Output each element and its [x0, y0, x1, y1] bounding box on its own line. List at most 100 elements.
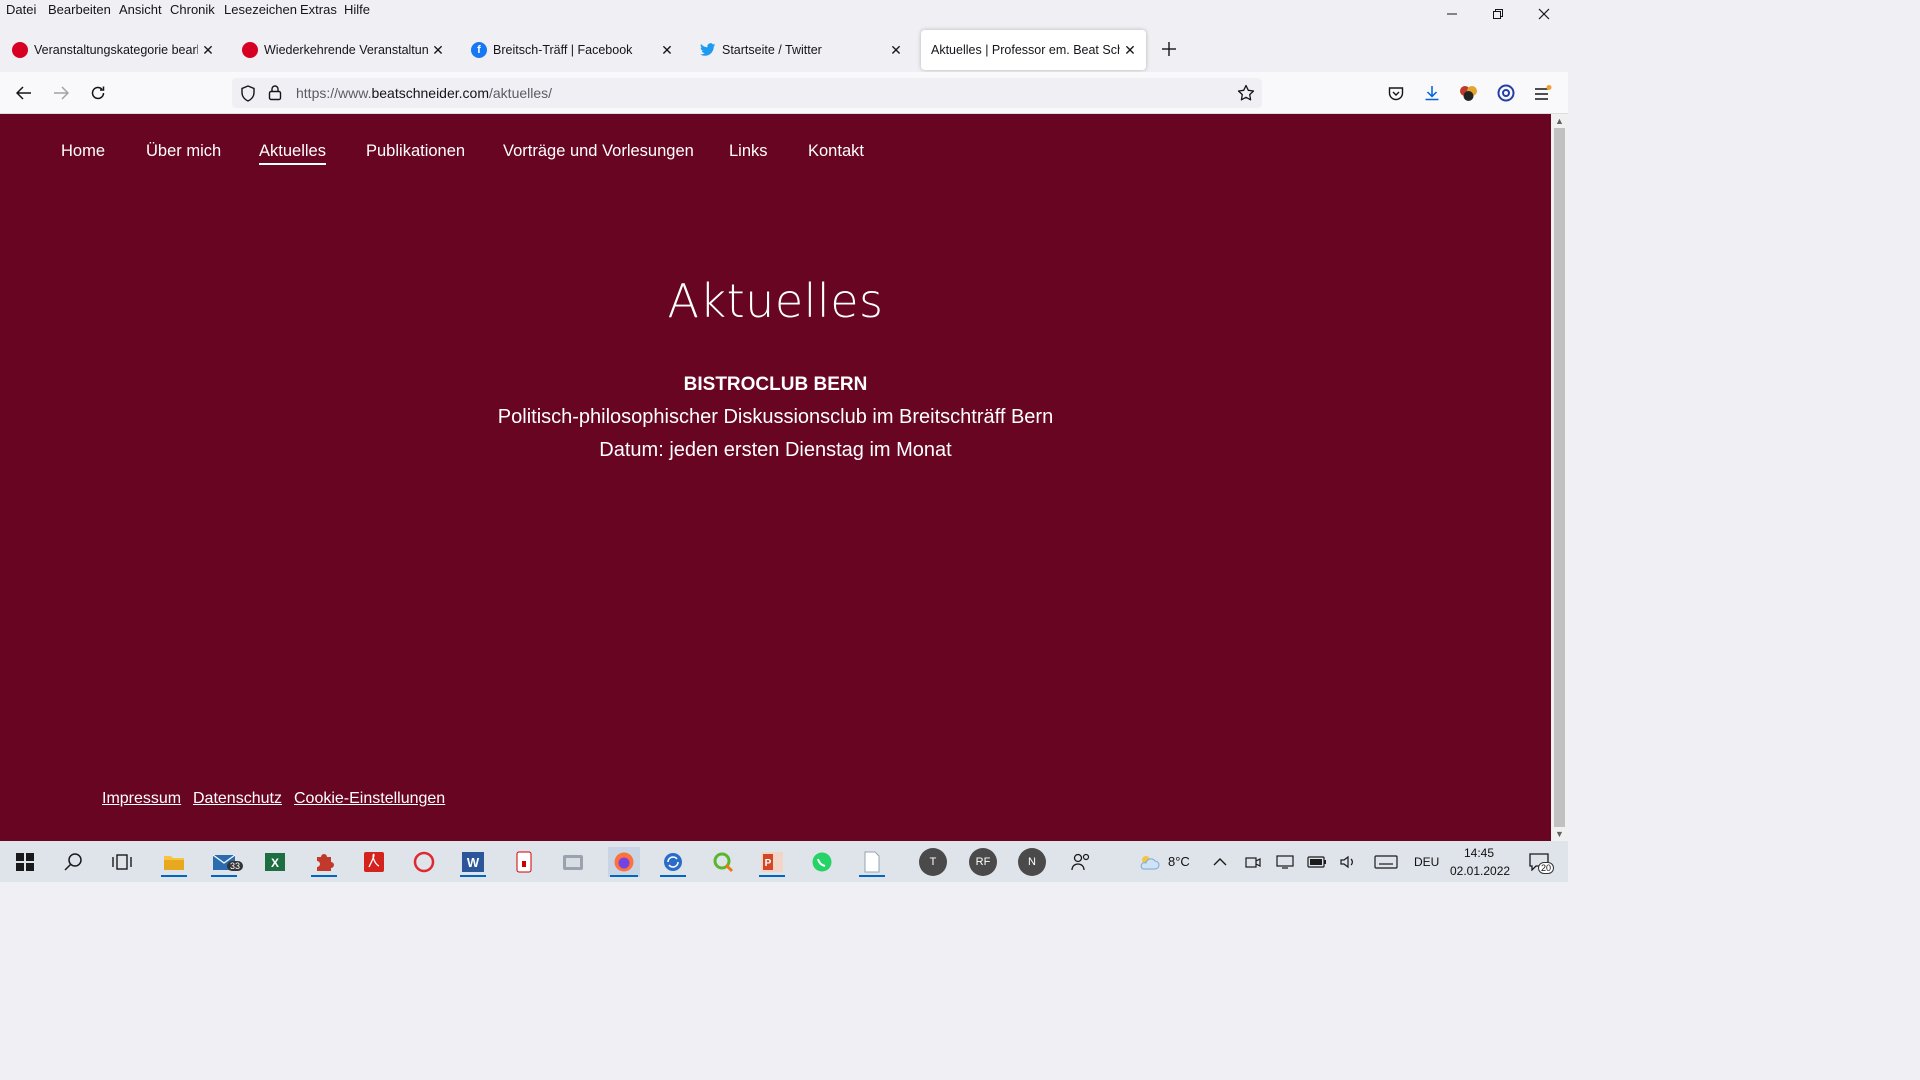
sync-app-icon[interactable]	[658, 847, 688, 877]
tab-wiederkehrende[interactable]: Wiederkehrende Veranstaltung ✕	[232, 30, 454, 70]
restore-button[interactable]	[1475, 0, 1521, 28]
weather-icon[interactable]	[1134, 847, 1164, 877]
tab-twitter[interactable]: Startseite / Twitter ✕	[690, 30, 912, 70]
word-icon[interactable]: W	[458, 847, 488, 877]
chevron-up-icon[interactable]	[1205, 847, 1235, 877]
forward-button[interactable]	[47, 80, 75, 106]
tab-strip: Veranstaltungskategorie bearbe ✕ Wiederk…	[0, 30, 1568, 72]
pocket-icon[interactable]	[1385, 82, 1407, 104]
mail-badge: 33	[227, 861, 244, 871]
qgis-icon[interactable]	[708, 847, 738, 877]
tab-facebook[interactable]: f Breitsch-Träff | Facebook ✕	[461, 30, 683, 70]
menu-bearbeiten[interactable]: Bearbeiten	[48, 2, 111, 17]
nav-kontakt[interactable]: Kontakt	[808, 142, 864, 161]
scroll-down-icon[interactable]: ▼	[1551, 827, 1568, 841]
nav-publikationen[interactable]: Publikationen	[366, 142, 465, 161]
excel-icon[interactable]: X	[260, 847, 290, 877]
red-circle-icon	[242, 42, 258, 58]
tab-close-icon[interactable]: ✕	[659, 42, 675, 58]
app-window-icon[interactable]	[558, 847, 588, 877]
task-view-icon[interactable]	[107, 847, 137, 877]
tab-close-icon[interactable]: ✕	[888, 42, 904, 58]
notification-badge: 20	[1538, 862, 1555, 874]
tab-aktuelles[interactable]: Aktuelles | Professor em. Beat Schne ✕	[921, 30, 1146, 70]
nav-ueber-mich[interactable]: Über mich	[146, 142, 221, 161]
avatar[interactable]: RF	[969, 848, 997, 876]
menu-datei[interactable]: Datei	[6, 2, 36, 17]
notepad-icon[interactable]	[857, 847, 887, 877]
taskbar: 33 X W P T RF N 8°C DEU 14:45 02.01.2022…	[0, 841, 1568, 882]
nav-aktuelles[interactable]: Aktuelles	[259, 142, 326, 165]
svg-text:W: W	[467, 855, 480, 870]
battery-icon[interactable]	[1302, 847, 1332, 877]
mail-icon[interactable]: 33	[209, 847, 244, 877]
close-window-button[interactable]	[1521, 0, 1567, 28]
menu-ansicht[interactable]: Ansicht	[119, 2, 162, 17]
reload-button[interactable]	[84, 80, 112, 106]
acrobat-icon[interactable]	[359, 847, 389, 877]
download-icon[interactable]	[1421, 82, 1443, 104]
footer-impressum[interactable]: Impressum	[102, 790, 181, 808]
reload-icon	[91, 86, 105, 100]
url-bar[interactable]: https://www.beatschneider.com/aktuelles/	[232, 78, 1262, 108]
shield-icon[interactable]	[240, 85, 256, 107]
windows-start-icon[interactable]	[10, 847, 40, 877]
display-icon[interactable]	[1270, 847, 1300, 877]
twitter-icon	[700, 42, 716, 58]
avatar[interactable]: N	[1018, 848, 1046, 876]
search-icon[interactable]	[58, 847, 88, 877]
scroll-thumb[interactable]	[1554, 128, 1565, 827]
opera-icon[interactable]	[409, 847, 439, 877]
tab-veranstaltungskategorie[interactable]: Veranstaltungskategorie bearbe ✕	[2, 30, 224, 70]
minimize-icon	[1447, 13, 1457, 15]
footer-datenschutz[interactable]: Datenschutz	[193, 790, 282, 808]
menu-extras[interactable]: Extras	[300, 2, 337, 17]
security-app-icon[interactable]	[509, 847, 539, 877]
back-button[interactable]	[10, 80, 38, 106]
lock-icon[interactable]	[268, 84, 282, 106]
clock-date[interactable]: 02.01.2022	[1450, 864, 1510, 878]
meet-now-icon[interactable]	[1238, 847, 1268, 877]
facebook-icon: f	[471, 42, 487, 58]
web-page: Home Über mich Aktuelles Publikationen V…	[0, 114, 1551, 841]
event-date: Datum: jeden ersten Dienstag im Monat	[599, 439, 952, 461]
clock-time[interactable]: 14:45	[1464, 846, 1494, 860]
people-icon[interactable]	[1066, 847, 1096, 877]
firefox-icon[interactable]	[608, 847, 640, 877]
restore-icon	[1493, 9, 1503, 19]
menu-chronik[interactable]: Chronik	[170, 2, 215, 17]
nav-home[interactable]: Home	[61, 142, 105, 161]
star-icon[interactable]	[1237, 84, 1255, 107]
url-text[interactable]: https://www.beatschneider.com/aktuelles/	[296, 85, 552, 101]
new-tab-button[interactable]	[1156, 36, 1182, 64]
arrow-left-icon	[16, 86, 31, 100]
keyboard-icon[interactable]	[1372, 847, 1400, 877]
minimize-button[interactable]	[1429, 0, 1475, 28]
tab-close-icon[interactable]: ✕	[200, 42, 216, 58]
page-scrollbar[interactable]: ▲ ▼	[1551, 114, 1568, 841]
input-language[interactable]: DEU	[1414, 855, 1439, 869]
scroll-up-icon[interactable]: ▲	[1551, 114, 1568, 128]
nav-links[interactable]: Links	[729, 142, 768, 161]
nav-vortraege[interactable]: Vorträge und Vorlesungen	[503, 142, 694, 161]
page-title: Aktuelles	[667, 274, 884, 328]
extension-icon[interactable]	[1458, 82, 1480, 104]
volume-icon[interactable]	[1334, 847, 1364, 877]
temperature[interactable]: 8°C	[1168, 854, 1190, 869]
tab-close-icon[interactable]: ✕	[430, 42, 446, 58]
arrow-right-icon	[54, 86, 69, 100]
whatsapp-icon[interactable]	[807, 847, 837, 877]
svg-text:X: X	[271, 856, 279, 870]
footer-cookie-einstellungen[interactable]: Cookie-Einstellungen	[294, 790, 445, 808]
menu-icon[interactable]	[1532, 82, 1554, 104]
avatar[interactable]: T	[919, 848, 947, 876]
account-extension-icon[interactable]	[1495, 82, 1517, 104]
close-icon	[1538, 8, 1550, 20]
powerpoint-icon[interactable]: P	[757, 847, 787, 877]
menu-lesezeichen[interactable]: Lesezeichen	[224, 2, 297, 17]
puzzle-app-icon[interactable]	[309, 847, 339, 877]
notification-icon[interactable]: 20	[1524, 847, 1555, 877]
file-explorer-icon[interactable]	[159, 847, 189, 877]
menu-hilfe[interactable]: Hilfe	[344, 2, 370, 17]
tab-close-icon[interactable]: ✕	[1122, 42, 1138, 58]
